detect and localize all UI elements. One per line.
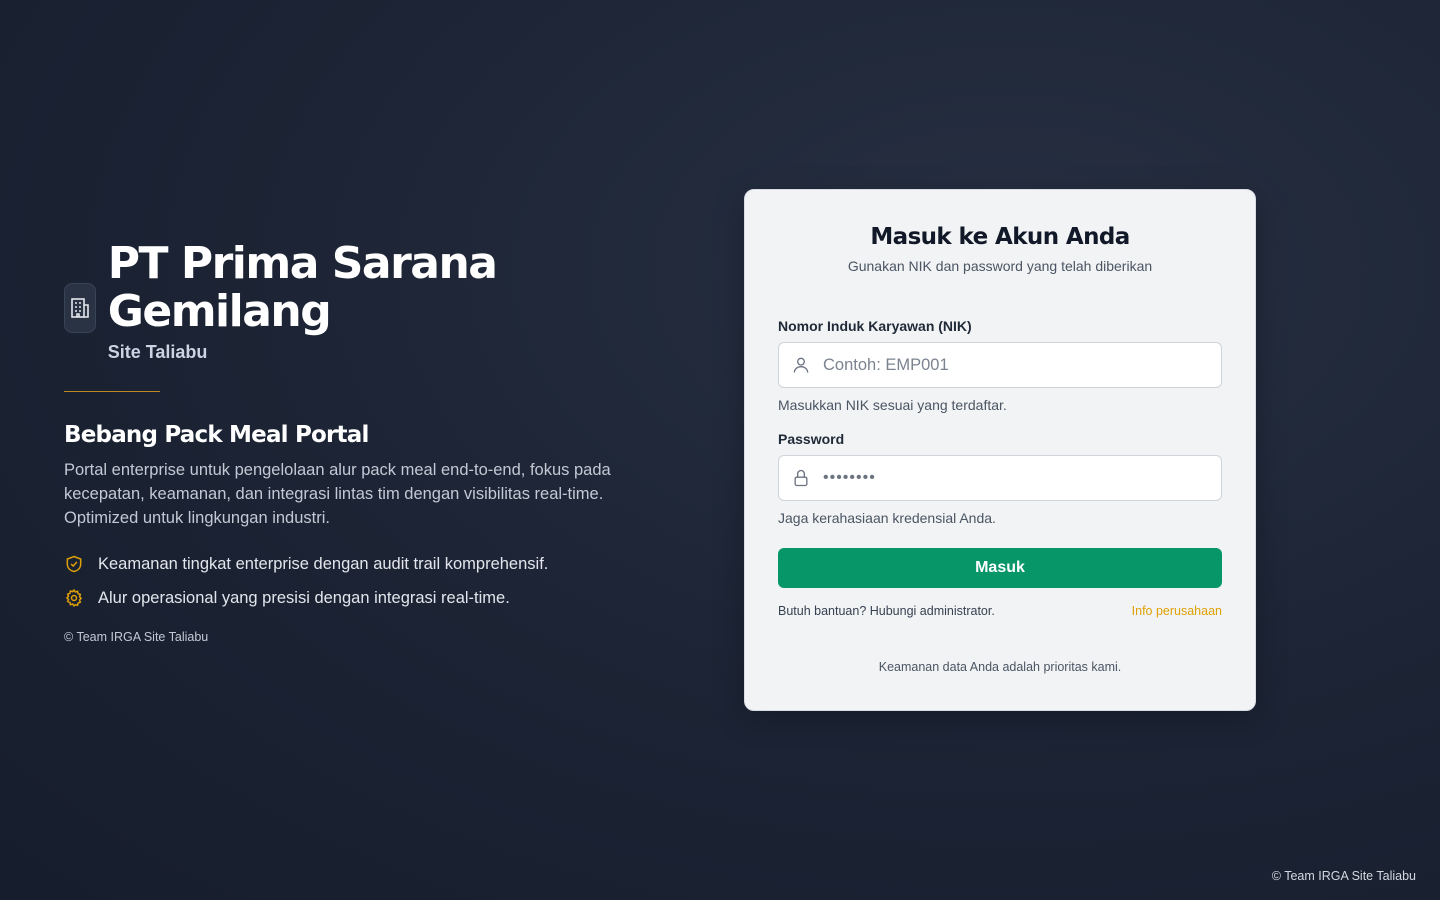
- page-footer: © Team IRGA Site Taliabu: [1271, 869, 1416, 883]
- feature-text: Alur operasional yang presisi dengan int…: [98, 588, 510, 607]
- login-title: Masuk ke Akun Anda: [870, 224, 1130, 250]
- login-card: Masuk ke Akun Anda Gunakan NIK dan passw…: [744, 189, 1256, 711]
- nik-label: Nomor Induk Karyawan (NIK): [778, 318, 972, 334]
- security-note: Keamanan data Anda adalah prioritas kami…: [878, 660, 1122, 674]
- divider: [64, 391, 160, 392]
- feature-list: Keamanan tingkat enterprise dengan audit…: [64, 554, 624, 608]
- password-input[interactable]: ••••••••: [823, 469, 876, 487]
- password-hint: Jaga kerahasiaan kredensial Anda.: [778, 510, 996, 526]
- help-row: Butuh bantuan? Hubungi administrator. In…: [778, 604, 1222, 618]
- building-icon: [64, 282, 96, 333]
- portal-description: Portal enterprise untuk pengelolaan alur…: [64, 461, 611, 527]
- lock-icon: [794, 469, 808, 487]
- nik-field-wrapper[interactable]: [778, 342, 1222, 388]
- login-button[interactable]: Masuk: [778, 548, 1222, 588]
- site-name: Site Taliabu: [107, 342, 208, 362]
- user-icon: [793, 357, 809, 373]
- branding-panel: PT Prima Sarana Gemilang Site Taliabu Be…: [64, 240, 624, 644]
- login-subtitle: Gunakan NIK dan password yang telah dibe…: [847, 258, 1153, 274]
- branding-footer: © Team IRGA Site Taliabu: [64, 630, 209, 644]
- feature-item: Keamanan tingkat enterprise dengan audit…: [64, 554, 624, 574]
- shield-check-icon: [66, 555, 82, 573]
- feature-text: Keamanan tingkat enterprise dengan audit…: [98, 554, 549, 573]
- company-name: PT Prima Sarana Gemilang: [107, 238, 498, 337]
- feature-item: Alur operasional yang presisi dengan int…: [64, 588, 624, 608]
- brand-header: PT Prima Sarana Gemilang Site Taliabu: [64, 240, 624, 363]
- portal-title: Bebang Pack Meal Portal: [64, 422, 369, 448]
- password-field-wrapper[interactable]: ••••••••: [778, 455, 1222, 501]
- help-text: Butuh bantuan? Hubungi administrator.: [778, 604, 995, 618]
- password-label: Password: [778, 431, 845, 447]
- company-info-link[interactable]: Info perusahaan: [1132, 604, 1222, 618]
- nik-hint: Masukkan NIK sesuai yang terdaftar.: [778, 397, 1007, 413]
- nik-input[interactable]: [823, 355, 1203, 375]
- gear-icon: [65, 588, 83, 608]
